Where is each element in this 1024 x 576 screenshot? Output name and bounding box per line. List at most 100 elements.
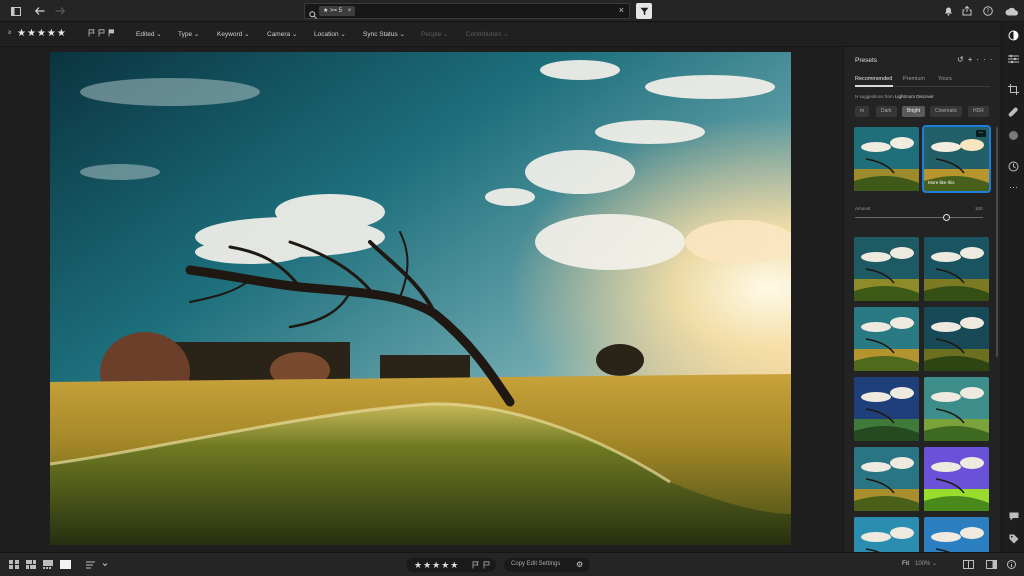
presets-tool-icon[interactable] — [1006, 28, 1021, 43]
search-field[interactable]: ★ >= 5 × × — [304, 3, 630, 19]
flag-icons — [88, 29, 115, 37]
rating-filter-chip-label: ★ >= 5 — [323, 8, 343, 14]
back-arrow-icon[interactable] — [32, 3, 48, 19]
tab-recommended[interactable]: Recommended — [855, 76, 892, 82]
amount-slider-handle[interactable] — [943, 214, 951, 221]
crop-icon[interactable] — [1006, 82, 1021, 97]
photo-grid-view-icon[interactable] — [25, 559, 37, 570]
preset-thumbnail[interactable] — [854, 377, 919, 441]
category-pill-cinematic[interactable]: Cinematic — [930, 106, 963, 117]
photo-canvas[interactable] — [0, 47, 842, 552]
share-icon[interactable] — [959, 3, 975, 19]
rating-flag-bar: ★★★★★ — [406, 558, 496, 572]
preset-thumbnail[interactable] — [854, 237, 919, 301]
copy-edit-settings-button[interactable]: Copy Edit Settings ⚙ — [504, 558, 590, 572]
more-like-this-label[interactable]: More like this — [928, 180, 955, 185]
filter-keyword[interactable]: Keyword ⌄ — [217, 30, 250, 38]
preset-thumbnail-selected[interactable]: ··· More like this — [922, 125, 991, 193]
rating-comparator[interactable]: ≥ — [8, 30, 11, 36]
preset-thumbnail[interactable] — [924, 447, 989, 511]
fit-zoom-label[interactable]: Fit — [902, 560, 909, 567]
tab-premium[interactable]: Premium — [903, 76, 925, 82]
comments-icon[interactable] — [1006, 509, 1021, 524]
preset-thumbnail-image — [924, 447, 989, 511]
detail-view-icon[interactable] — [59, 559, 71, 570]
preset-thumbnail[interactable] — [924, 307, 989, 371]
compare-view-icon[interactable] — [962, 559, 974, 570]
amount-value: 100 — [975, 206, 983, 211]
more-options-icon[interactable]: ··· — [976, 130, 986, 137]
chip-close-icon[interactable]: × — [348, 8, 352, 14]
tab-yours[interactable]: Yours — [938, 76, 952, 82]
presets-title: Presets — [855, 57, 878, 64]
filter-people: People ⌄ — [421, 31, 449, 38]
preset-thumbnail-image — [854, 377, 919, 441]
history-icon[interactable] — [1006, 159, 1021, 174]
photo-flag-icons[interactable] — [472, 561, 492, 571]
cloud-sync-icon[interactable] — [1003, 3, 1021, 19]
preset-thumbnail[interactable] — [924, 237, 989, 301]
undo-preset-icon[interactable]: ↺ — [957, 55, 968, 64]
more-options-icon[interactable]: ··· — [976, 55, 996, 64]
help-icon[interactable]: ? — [980, 3, 996, 19]
info-icon[interactable] — [1005, 559, 1017, 570]
category-pill-dark[interactable]: Dark — [876, 106, 897, 117]
filter-edited[interactable]: Edited ⌄ — [136, 30, 162, 38]
category-pill[interactable]: m — [855, 106, 870, 117]
filter-toggle-button[interactable] — [636, 3, 652, 19]
preset-thumbnail-image — [924, 307, 989, 371]
tab-underline — [855, 85, 990, 87]
presets-panel: Presets ↺+··· Recommended Premium Yours … — [843, 47, 1000, 576]
copy-edit-settings-label: Copy Edit Settings — [511, 561, 561, 567]
zoom-level-select[interactable]: 100% ⌄ — [915, 560, 937, 567]
clear-search-icon[interactable]: × — [619, 5, 624, 15]
preset-thumbnail[interactable] — [924, 377, 989, 441]
funnel-icon — [640, 7, 648, 15]
rating-stars[interactable]: ★★★★★ — [17, 28, 67, 39]
bottom-bar: ★★★★★ Copy Edit Settings ⚙ Fit 100% ⌄ — [0, 552, 1024, 576]
suggestions-prefix: N suggestions from — [855, 94, 894, 99]
main-photo[interactable] — [50, 52, 791, 545]
category-pill-bright[interactable]: Bright — [902, 106, 926, 117]
panel-scrollbar[interactable] — [996, 127, 998, 357]
preset-thumbnail[interactable] — [854, 447, 919, 511]
flag-filters[interactable] — [88, 29, 115, 39]
healing-brush-icon[interactable] — [1006, 105, 1021, 120]
sidebar-toggle-icon[interactable] — [8, 3, 24, 19]
preset-thumbnail-image — [854, 127, 919, 191]
search-icon — [309, 6, 317, 24]
filter-type[interactable]: Type ⌄ — [178, 30, 199, 38]
amount-label: Amount — [855, 206, 871, 211]
amount-slider[interactable] — [855, 214, 983, 221]
forward-arrow-icon[interactable] — [52, 3, 68, 19]
more-tools-icon[interactable]: ⋯ — [1006, 180, 1021, 195]
masking-icon[interactable] — [1006, 128, 1021, 143]
category-pill-hdr[interactable]: HDR — [968, 106, 989, 117]
top-bar: ★ >= 5 × × ? — [0, 0, 1024, 22]
sort-menu-icon[interactable] — [85, 559, 109, 570]
suggestions-source-name[interactable]: Lightroom Discover — [895, 94, 934, 99]
tag-icon[interactable] — [1006, 531, 1021, 546]
gear-icon[interactable]: ⚙ — [576, 560, 583, 569]
filmstrip-view-icon[interactable] — [42, 559, 54, 570]
preset-thumbnail-image — [924, 237, 989, 301]
edit-sliders-icon[interactable] — [1006, 51, 1021, 66]
rating-filter-chip[interactable]: ★ >= 5 × — [319, 6, 356, 16]
filter-camera[interactable]: Camera ⌄ — [267, 30, 297, 38]
preset-thumbnail[interactable] — [854, 127, 919, 191]
photo-rating-stars[interactable]: ★★★★★ — [414, 560, 459, 571]
filter-sync-status[interactable]: Sync Status ⌄ — [363, 30, 405, 38]
edit-toolstrip: ⋯ — [1001, 23, 1024, 552]
svg-text:?: ? — [986, 8, 989, 15]
filter-contributors: Contributors ⌄ — [466, 31, 509, 38]
preset-thumbnail-image — [924, 377, 989, 441]
square-grid-view-icon[interactable] — [8, 559, 20, 570]
filter-location[interactable]: Location ⌄ — [314, 30, 346, 38]
filter-bar: ≥ ★★★★★ Edited ⌄ Type ⌄ Keyword ⌄ Camera… — [0, 23, 1000, 47]
panel-toggle-icon[interactable] — [985, 559, 997, 570]
preset-thumbnail-image — [854, 447, 919, 511]
notifications-bell-icon[interactable] — [940, 3, 956, 19]
preset-thumbnail[interactable] — [854, 307, 919, 371]
preset-thumbnail-image — [854, 237, 919, 301]
presets-actions: ↺+··· — [957, 55, 996, 64]
